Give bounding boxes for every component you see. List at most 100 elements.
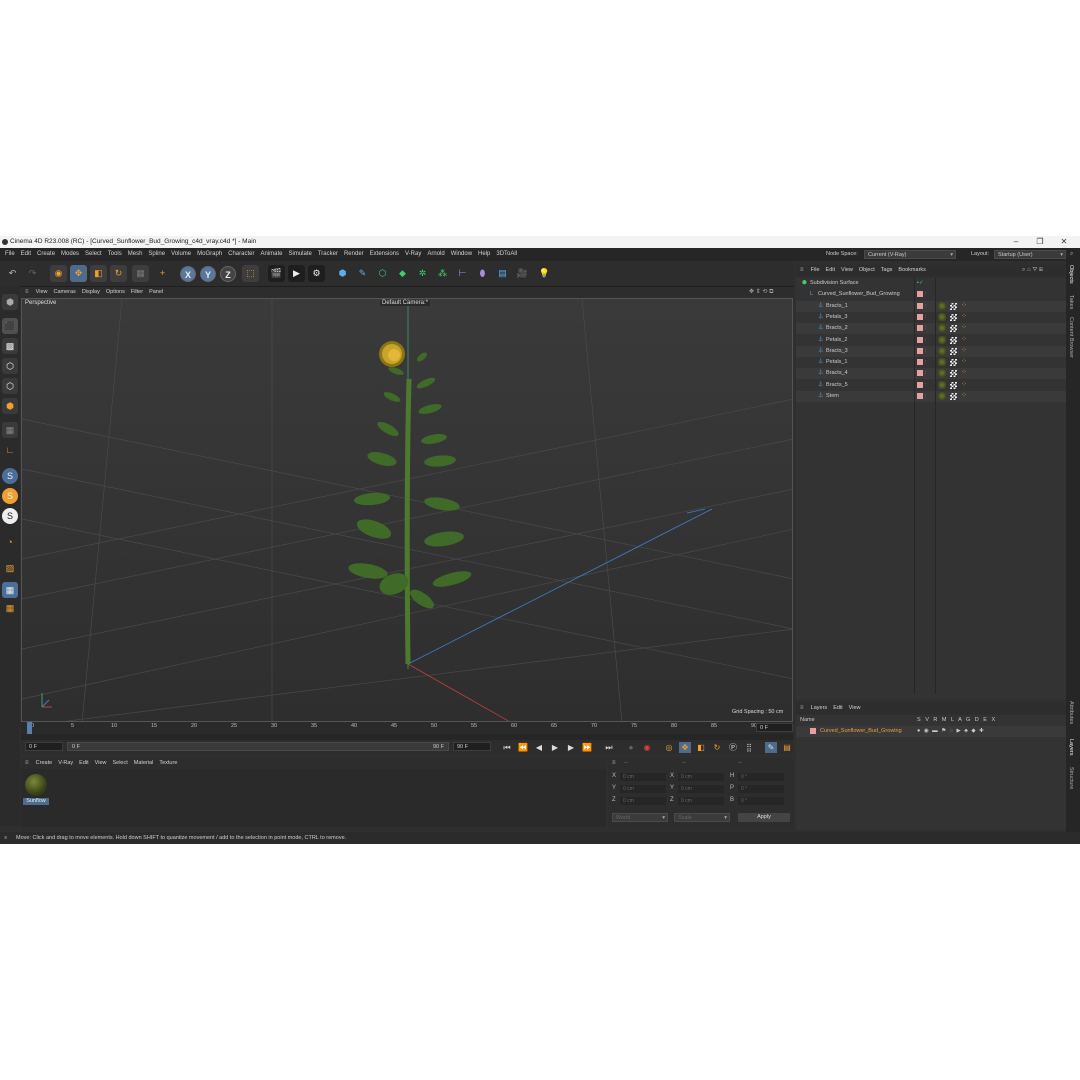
material-tag-icon[interactable] xyxy=(938,324,946,333)
om-menu-bookmarks[interactable]: Bookmarks xyxy=(895,265,929,276)
vray-tag-icon[interactable]: ⁘ xyxy=(961,336,967,343)
render-view-icon[interactable]: 🎬 xyxy=(268,265,285,282)
render-settings-icon[interactable]: ⚙ xyxy=(308,265,325,282)
go-to-end-icon[interactable]: ⏭ xyxy=(603,742,615,753)
om-menu-edit[interactable]: Edit xyxy=(823,265,838,276)
cloner-icon[interactable]: ✲ xyxy=(414,265,431,282)
coordinate-tool-icon[interactable]: + xyxy=(154,265,171,282)
om-menu-tags[interactable]: Tags xyxy=(878,265,896,276)
visibility-dots-icon[interactable]: : xyxy=(925,368,927,379)
material-menu-edit[interactable]: Edit xyxy=(76,758,91,769)
size-field[interactable]: 0 cm xyxy=(678,797,724,805)
uvw-tag-icon[interactable] xyxy=(950,313,957,321)
layer-color-swatch[interactable] xyxy=(810,728,816,734)
uvw-tag-icon[interactable] xyxy=(950,302,957,310)
x-axis-lock[interactable]: X xyxy=(180,266,196,282)
lock-workplane-icon[interactable]: ▦ xyxy=(2,600,18,616)
menu-create[interactable]: Create xyxy=(34,248,58,261)
viewport-menu-panel[interactable]: Panel xyxy=(146,287,166,298)
uvw-tag-icon[interactable] xyxy=(950,336,957,344)
key-pla-icon[interactable]: ⣿ xyxy=(743,742,755,753)
rotation-field[interactable]: 0 ° xyxy=(738,785,784,793)
layer-color-swatch[interactable] xyxy=(917,325,923,332)
viewport-navigation-icons[interactable]: ✥ ⇕ ⟲ ⧉ xyxy=(749,287,773,298)
position-field[interactable]: 0 cm xyxy=(620,785,666,793)
menu-v-ray[interactable]: V-Ray xyxy=(402,248,424,261)
vray-tag-icon[interactable]: ⁘ xyxy=(961,324,967,331)
layers-menu-view[interactable]: View xyxy=(846,703,864,714)
material-menu-select[interactable]: Select xyxy=(109,758,130,769)
z-axis-lock[interactable]: Z xyxy=(220,266,236,282)
uvw-tag-icon[interactable] xyxy=(950,381,957,389)
visibility-dots-icon[interactable]: : xyxy=(925,323,927,334)
visibility-dots-icon[interactable]: : xyxy=(925,335,927,346)
object-row[interactable]: ⬢ Subdivision Surface ▪✓ xyxy=(796,278,1066,289)
close-button[interactable]: ✕ xyxy=(1052,236,1076,248)
rotation-field[interactable]: 0 ° xyxy=(738,797,784,805)
y-axis-lock[interactable]: Y xyxy=(200,266,216,282)
side-tab-attributes[interactable]: Attributes xyxy=(1068,701,1074,724)
object-name[interactable]: Subdivision Surface xyxy=(810,278,859,289)
tweak-mode-icon[interactable]: ▨ xyxy=(2,560,18,576)
viewport-menu-cameras[interactable]: Cameras xyxy=(51,287,79,298)
material-menu-create[interactable]: Create xyxy=(33,758,56,769)
object-row[interactable]: ⏃ Petals_2: ⁘ xyxy=(796,335,1066,346)
uvw-tag-icon[interactable] xyxy=(950,393,957,400)
om-menu-object[interactable]: Object xyxy=(856,265,878,276)
vray-tag-icon[interactable]: ⁘ xyxy=(961,392,967,399)
texture-mode-icon[interactable]: ▩ xyxy=(2,338,18,354)
menu-edit[interactable]: Edit xyxy=(18,248,34,261)
end-frame-field[interactable]: 90 F xyxy=(453,742,491,751)
frame-range-slider[interactable]: 0 F 90 F xyxy=(67,742,449,751)
side-tab-takes[interactable]: Takes xyxy=(1068,295,1074,309)
coordinate-space-select[interactable]: World xyxy=(612,813,668,823)
key-scale-icon[interactable]: ◧ xyxy=(695,742,707,753)
viewport-menu-options[interactable]: Options xyxy=(103,287,128,298)
cube-object-icon[interactable]: ⬢ xyxy=(334,265,351,282)
object-row[interactable]: ⏃ Petals_3: ⁘ xyxy=(796,312,1066,323)
solo-mode-icon[interactable]: ▦ xyxy=(2,582,18,598)
undo-icon[interactable]: ↶ xyxy=(4,265,21,282)
viewport-panel-icon[interactable]: ≡ xyxy=(25,287,31,298)
snap-settings-icon[interactable]: S xyxy=(2,488,18,504)
previous-key-icon[interactable]: ⏪ xyxy=(517,742,529,753)
visibility-dots-icon[interactable]: : xyxy=(925,312,927,323)
object-name[interactable]: Petals_3 xyxy=(826,312,847,323)
play-icon[interactable]: ▶ xyxy=(549,742,561,753)
object-name[interactable]: Stem xyxy=(826,391,839,402)
vray-tag-icon[interactable]: ⁘ xyxy=(961,347,967,354)
object-row[interactable]: ⏃ Bracts_5: ⁘ xyxy=(796,380,1066,391)
vray-tag-icon[interactable]: ⁘ xyxy=(961,381,967,388)
menu-mograph[interactable]: MoGraph xyxy=(194,248,225,261)
layer-flag-icons[interactable]: ● ◉ ▬ ⚑ ◌ ▶ ♣ ◆ ✚ xyxy=(917,726,985,737)
rotation-field[interactable]: 0 ° xyxy=(738,773,784,781)
uvw-tag-icon[interactable] xyxy=(950,370,957,378)
layer-color-swatch[interactable] xyxy=(917,370,923,377)
rotate-tool-icon[interactable]: ↻ xyxy=(110,265,127,282)
layer-color-swatch[interactable] xyxy=(917,381,923,388)
key-position-icon[interactable]: ✥ xyxy=(679,742,691,753)
points-mode-icon[interactable]: ⬡ xyxy=(2,358,18,374)
object-row[interactable]: L Curved_Sunflower_Bud_Growing: xyxy=(796,289,1066,300)
vray-tag-icon[interactable]: ⁘ xyxy=(961,369,967,376)
menu-simulate[interactable]: Simulate xyxy=(286,248,315,261)
material-tag-icon[interactable] xyxy=(938,301,946,310)
floor-object-icon[interactable]: ▤ xyxy=(494,265,511,282)
vray-tag-icon[interactable]: ⁘ xyxy=(961,313,967,320)
go-to-start-icon[interactable]: ⏮ xyxy=(501,742,513,753)
visibility-dots-icon[interactable]: : xyxy=(925,380,927,391)
object-name[interactable]: Bracts_3 xyxy=(826,346,848,357)
menu-volume[interactable]: Volume xyxy=(168,248,194,261)
recent-tools-icon[interactable]: ▦ xyxy=(132,265,149,282)
object-name[interactable]: Bracts_4 xyxy=(826,368,848,379)
current-frame-field[interactable]: 0 F xyxy=(756,723,793,732)
timeline-window-icon[interactable]: ▤ xyxy=(781,742,793,753)
om-menu-view[interactable]: View xyxy=(838,265,856,276)
material-tag-icon[interactable] xyxy=(938,380,946,389)
menu-tracker[interactable]: Tracker xyxy=(315,248,341,261)
vray-tag-icon[interactable]: ⁘ xyxy=(961,302,967,309)
next-frame-icon[interactable]: ▶ xyxy=(565,742,577,753)
material-tag-icon[interactable] xyxy=(938,392,946,400)
layers-menu-edit[interactable]: Edit xyxy=(830,703,845,714)
viewport-menu-display[interactable]: Display xyxy=(79,287,103,298)
